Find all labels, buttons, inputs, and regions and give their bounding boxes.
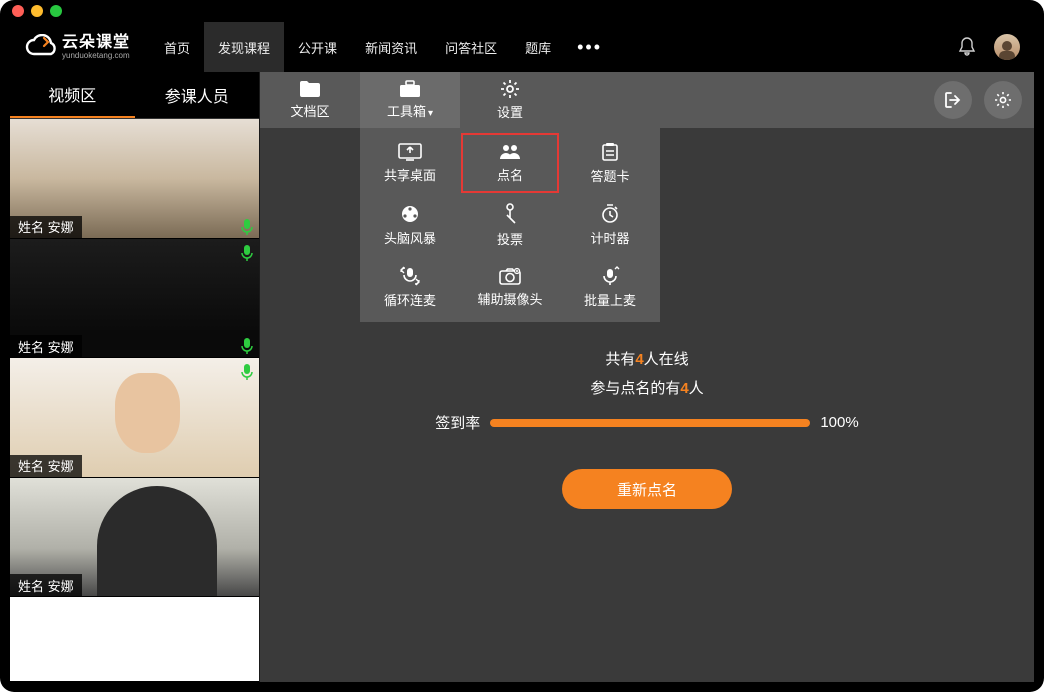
signin-rate-row: 签到率 100% (435, 412, 858, 433)
film-reel-icon (400, 204, 420, 224)
tool-timer[interactable]: 计时器 (560, 194, 660, 256)
chevron-down-icon: ▾ (428, 108, 433, 119)
people-icon (498, 143, 522, 161)
exit-icon (944, 91, 962, 109)
nav-qa[interactable]: 问答社区 (431, 22, 511, 72)
nav-library[interactable]: 题库 (511, 22, 565, 72)
video-tile-empty (10, 597, 259, 682)
mic-icon (241, 338, 253, 354)
camera-plus-icon (499, 267, 521, 285)
nav-public-class[interactable]: 公开课 (284, 22, 351, 72)
signin-rate-label: 签到率 (435, 412, 480, 433)
cloud-logo-icon (24, 34, 58, 60)
app-logo[interactable]: 云朵课堂 yunduoketang.com (24, 34, 130, 60)
minimize-window-dot[interactable] (31, 5, 43, 17)
logo-subtext: yunduoketang.com (62, 52, 130, 60)
tool-aux-camera[interactable]: 辅助摄像头 (460, 256, 560, 318)
toolbar-settings-label: 设置 (497, 102, 523, 121)
avatar[interactable] (994, 34, 1020, 60)
gear-icon (994, 91, 1012, 109)
nav-more-icon[interactable]: ••• (565, 22, 614, 72)
cycle-mic-icon (399, 266, 421, 286)
mic-icon (241, 364, 253, 380)
nav-discover-courses[interactable]: 发现课程 (204, 22, 284, 72)
mic-icon (241, 219, 253, 235)
tool-bulk-mic[interactable]: 批量上麦 (560, 256, 660, 318)
main-toolbar: 文档区 工具箱▾ 设置 (260, 72, 1034, 128)
window-titlebar (0, 0, 1044, 22)
toolbox-dropdown: 共享桌面 点名 答题卡 头脑风暴 (360, 128, 660, 322)
toolbar-toolbox-label: 工具箱 (387, 104, 426, 119)
nav-home[interactable]: 首页 (150, 22, 204, 72)
nav-news[interactable]: 新闻资讯 (351, 22, 431, 72)
toolbar-doc-area[interactable]: 文档区 (260, 72, 360, 128)
toolbar-settings[interactable]: 设置 (460, 72, 560, 128)
gear-icon (500, 79, 520, 99)
logo-text: 云朵课堂 (62, 35, 130, 51)
name-tag: 姓名 安娜 (10, 574, 82, 596)
bell-icon[interactable] (958, 37, 976, 57)
main-area: 文档区 工具箱▾ 设置 (260, 72, 1034, 682)
video-tile[interactable]: 姓名 安娜 (10, 239, 259, 359)
briefcase-icon (399, 80, 421, 98)
clock-icon (600, 204, 620, 224)
progress-bar (490, 419, 810, 427)
signin-rate-value: 100% (820, 414, 858, 431)
name-tag: 姓名 安娜 (10, 335, 82, 357)
mic-up-icon (600, 266, 620, 286)
restart-rollcall-button[interactable]: 重新点名 (562, 469, 732, 509)
tab-video-zone[interactable]: 视频区 (10, 72, 135, 118)
name-tag: 姓名 安娜 (10, 216, 82, 238)
video-tile[interactable]: 姓名 安娜 (10, 358, 259, 478)
toolbar-toolbox[interactable]: 工具箱▾ (360, 72, 460, 128)
screen-share-icon (398, 143, 422, 161)
video-tile[interactable]: 姓名 安娜 (10, 119, 259, 239)
folder-icon (299, 80, 321, 98)
tool-cycle-mic[interactable]: 循环连麦 (360, 256, 460, 318)
tool-share-desktop[interactable]: 共享桌面 (360, 132, 460, 194)
exit-button[interactable] (934, 81, 972, 119)
tool-roll-call[interactable]: 点名 (460, 132, 560, 194)
tool-answer-card[interactable]: 答题卡 (560, 132, 660, 194)
mic-icon (241, 245, 253, 261)
toolbar-doc-label: 文档区 (290, 101, 329, 120)
name-tag: 姓名 安娜 (10, 455, 82, 477)
tab-participants[interactable]: 参课人员 (135, 72, 260, 118)
maximize-window-dot[interactable] (50, 5, 62, 17)
tool-brainstorm[interactable]: 头脑风暴 (360, 194, 460, 256)
video-list: 姓名 安娜 姓名 安娜 姓名 安娜 (10, 118, 259, 682)
video-tile[interactable]: 姓名 安娜 (10, 478, 259, 598)
close-window-dot[interactable] (12, 5, 24, 17)
rollcall-panel: 共有4人在线 参与点名的有4人 签到率 100% 重新点名 (260, 348, 1034, 509)
settings-round-button[interactable] (984, 81, 1022, 119)
tool-vote[interactable]: 投票 (460, 194, 560, 256)
left-panel: 视频区 参课人员 姓名 安娜 姓名 安娜 (10, 72, 260, 682)
touch-icon (501, 203, 519, 225)
participated-count-text: 参与点名的有4人 (590, 377, 703, 398)
online-count-text: 共有4人在线 (605, 348, 688, 369)
clipboard-icon (600, 142, 620, 162)
top-nav: 云朵课堂 yunduoketang.com 首页 发现课程 公开课 新闻资讯 问… (10, 22, 1034, 72)
